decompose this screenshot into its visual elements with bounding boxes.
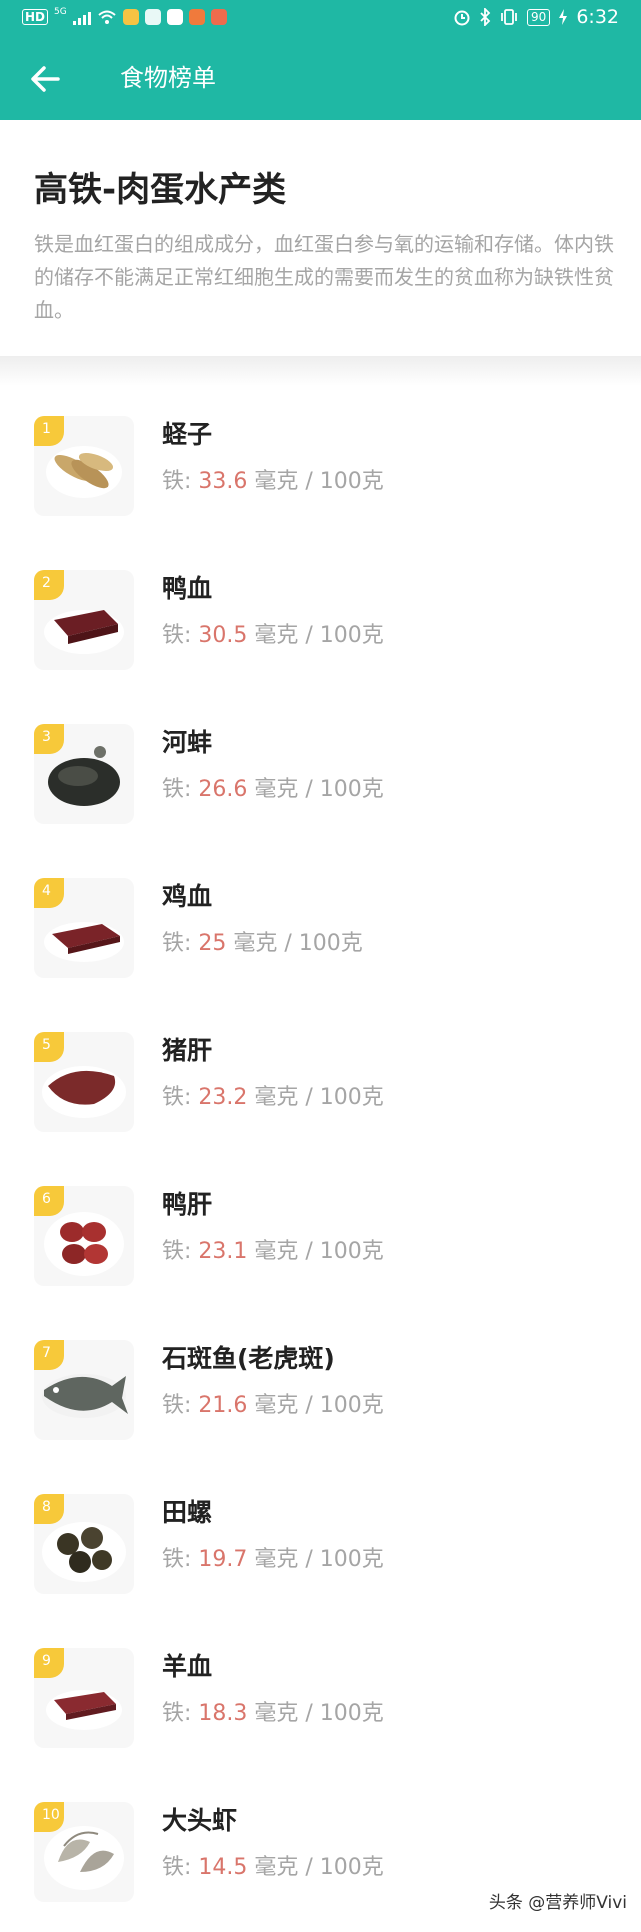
iron-value: 21.6 <box>198 1393 248 1418</box>
bookmark-app-icon <box>166 9 183 25</box>
food-name: 蛏子 <box>162 420 213 449</box>
status-right: 90 6:32 <box>453 6 619 28</box>
iron-content: 铁: 18.3 毫克 / 100克 <box>162 1698 384 1730</box>
iron-content: 铁: 14.5 毫克 / 100克 <box>162 1852 384 1884</box>
status-left: HD 5G <box>22 7 227 25</box>
rank-badge: 4 <box>34 878 64 908</box>
battery-icon: 90 <box>527 8 551 26</box>
rank-badge: 9 <box>34 1648 64 1678</box>
unit-label: 毫克 / 100克 <box>247 1085 384 1110</box>
screen: HD 5G 90 6:32 食物榜单 高铁-肉蛋水产类 铁是血红蛋白的组成成分，… <box>0 0 641 1932</box>
nutrient-label: 铁: <box>162 1701 199 1726</box>
mail-app-icon <box>122 9 139 25</box>
status-bar: HD 5G 90 6:32 <box>0 0 641 38</box>
unit-label: 毫克 / 100克 <box>247 1239 384 1264</box>
nutrient-label: 铁: <box>162 1085 199 1110</box>
food-list-item[interactable]: 2 鸭血铁: 30.5 毫克 / 100克 <box>0 558 641 712</box>
rank-badge: 3 <box>34 724 64 754</box>
unit-label: 毫克 / 100克 <box>247 623 384 648</box>
nutrient-label: 铁: <box>162 623 199 648</box>
food-name: 石斑鱼(老虎斑) <box>162 1344 335 1373</box>
rank-badge: 6 <box>34 1186 64 1216</box>
truck-app-icon <box>144 9 161 25</box>
rank-badge: 7 <box>34 1340 64 1370</box>
nutrient-label: 铁: <box>162 1393 199 1418</box>
app-bar: 食物榜单 <box>0 38 641 120</box>
health-app-icon <box>210 9 227 25</box>
iron-content: 铁: 25 毫克 / 100克 <box>162 928 363 960</box>
food-name: 鸭肝 <box>162 1190 213 1219</box>
unit-label: 毫克 / 100克 <box>247 1701 384 1726</box>
iron-value: 23.1 <box>198 1239 248 1264</box>
food-name: 大头虾 <box>162 1806 238 1835</box>
iron-content: 铁: 33.6 毫克 / 100克 <box>162 466 384 498</box>
charging-icon <box>559 9 568 25</box>
signal-icon <box>72 9 91 25</box>
iron-content: 铁: 30.5 毫克 / 100克 <box>162 620 384 652</box>
header: HD 5G 90 6:32 食物榜单 <box>0 0 641 120</box>
iron-value: 26.6 <box>198 777 248 802</box>
food-list-item[interactable]: 6 鸭肝铁: 23.1 毫克 / 100克 <box>0 1174 641 1328</box>
iron-content: 铁: 19.7 毫克 / 100克 <box>162 1544 384 1576</box>
watermark: 头条 @营养师Vivi <box>488 1893 627 1913</box>
food-list-item[interactable]: 1 蛏子铁: 33.6 毫克 / 100克 <box>0 404 641 558</box>
iron-value: 30.5 <box>198 623 248 648</box>
rank-badge: 1 <box>34 416 64 446</box>
food-list-item[interactable]: 4 鸡血铁: 25 毫克 / 100克 <box>0 866 641 1020</box>
category-description: 铁是血红蛋白的组成成分，血红蛋白参与氧的运输和存储。体内铁的储存不能满足正常红细… <box>34 232 614 322</box>
iron-content: 铁: 23.2 毫克 / 100克 <box>162 1082 384 1114</box>
nutrient-label: 铁: <box>162 777 199 802</box>
iron-content: 铁: 26.6 毫克 / 100克 <box>162 774 384 806</box>
section-divider <box>0 356 641 386</box>
rank-badge: 8 <box>34 1494 64 1524</box>
nutrient-label: 铁: <box>162 1855 199 1880</box>
iron-value: 23.2 <box>198 1085 248 1110</box>
food-name: 猪肝 <box>162 1036 213 1065</box>
food-list-item[interactable]: 8 田螺铁: 19.7 毫克 / 100克 <box>0 1482 641 1636</box>
iron-content: 铁: 21.6 毫克 / 100克 <box>162 1390 384 1422</box>
network-type: 5G <box>54 7 67 17</box>
iron-content: 铁: 23.1 毫克 / 100克 <box>162 1236 384 1268</box>
rank-badge: 2 <box>34 570 64 600</box>
food-name: 鸡血 <box>162 882 213 911</box>
unit-label: 毫克 / 100克 <box>247 1855 384 1880</box>
food-list-item[interactable]: 5 猪肝铁: 23.2 毫克 / 100克 <box>0 1020 641 1174</box>
food-list-item[interactable]: 9 羊血铁: 18.3 毫克 / 100克 <box>0 1636 641 1790</box>
nutrient-label: 铁: <box>162 1547 199 1572</box>
unit-label: 毫克 / 100克 <box>247 469 384 494</box>
rank-badge: 5 <box>34 1032 64 1062</box>
hd-indicator: HD <box>22 9 49 25</box>
unit-label: 毫克 / 100克 <box>247 1393 384 1418</box>
iron-value: 18.3 <box>198 1701 248 1726</box>
back-arrow-icon[interactable] <box>28 62 62 96</box>
unit-label: 毫克 / 100克 <box>247 1547 384 1572</box>
intro-card: 高铁-肉蛋水产类 铁是血红蛋白的组成成分，血红蛋白参与氧的运输和存储。体内铁的储… <box>0 120 641 356</box>
food-name: 河蚌 <box>162 728 213 757</box>
food-list-item[interactable]: 3 河蚌铁: 26.6 毫克 / 100克 <box>0 712 641 866</box>
food-name: 鸭血 <box>162 574 213 603</box>
food-name: 羊血 <box>162 1652 213 1681</box>
iron-value: 14.5 <box>198 1855 248 1880</box>
iron-value: 33.6 <box>198 469 248 494</box>
unit-label: 毫克 / 100克 <box>247 777 384 802</box>
vibrate-icon <box>501 9 517 25</box>
food-name: 田螺 <box>162 1498 213 1527</box>
nutrient-label: 铁: <box>162 469 199 494</box>
nutrient-label: 铁: <box>162 931 199 956</box>
wifi-icon <box>98 10 116 24</box>
app-bar-title: 食物榜单 <box>120 64 216 92</box>
bluetooth-icon <box>480 8 491 26</box>
food-list-item[interactable]: 7 石斑鱼(老虎斑) 铁: 21.6 毫克 / 100克 <box>0 1328 641 1482</box>
iron-value: 25 <box>198 931 227 956</box>
unit-label: 毫克 / 100克 <box>226 931 363 956</box>
rank-badge: 10 <box>34 1802 64 1832</box>
alarm-icon <box>454 10 470 26</box>
status-time: 6:32 <box>576 6 619 28</box>
iron-value: 19.7 <box>198 1547 248 1572</box>
category-title: 高铁-肉蛋水产类 <box>34 170 287 210</box>
chat-app-icon <box>188 9 205 25</box>
nutrient-label: 铁: <box>162 1239 199 1264</box>
